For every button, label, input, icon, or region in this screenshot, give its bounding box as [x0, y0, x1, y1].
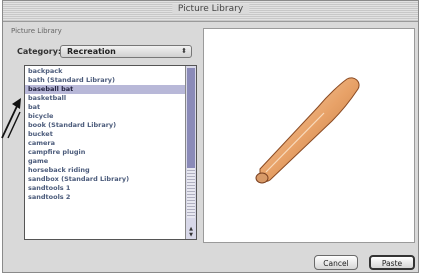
category-select[interactable]: Recreation ⬍ [60, 45, 192, 58]
list-item[interactable]: campfire plugin [25, 148, 185, 157]
list-item[interactable]: horseback riding [25, 166, 185, 175]
list-item[interactable]: sandtools 1 [25, 184, 185, 193]
list-item[interactable]: book (Standard Library) [25, 121, 185, 130]
title-bar[interactable]: Picture Library [3, 1, 418, 22]
list-item[interactable]: sandtools 2 [25, 193, 185, 202]
cancel-button[interactable]: Cancel [314, 255, 358, 270]
list-item[interactable]: game [25, 157, 185, 166]
category-label: Category: [17, 47, 62, 56]
list-items: backpack bath (Standard Library) baseball … [25, 67, 185, 202]
list-item[interactable]: camera [25, 139, 185, 148]
list-item[interactable]: sandbox (Standard Library) [25, 175, 185, 184]
group-label: Picture Library [11, 27, 62, 35]
list-item[interactable]: bat [25, 103, 185, 112]
category-value: Recreation [67, 47, 116, 56]
list-item[interactable]: baseball bat [25, 85, 185, 94]
list-item[interactable]: backpack [25, 67, 185, 76]
scroll-track[interactable] [187, 68, 195, 168]
scroll-arrows-icon[interactable]: ▲ ▼ [187, 226, 195, 238]
baseball-bat-icon [255, 77, 360, 184]
paste-button[interactable]: Paste [369, 255, 415, 270]
picture-library-window: Picture Library Picture Library Category… [2, 0, 419, 273]
list-item[interactable]: bath (Standard Library) [25, 76, 185, 85]
list-item[interactable]: bucket [25, 130, 185, 139]
picture-preview [203, 28, 415, 243]
list-scrollbar[interactable]: ▲ ▼ [185, 66, 196, 239]
picture-list[interactable]: backpack bath (Standard Library) baseball … [24, 65, 197, 240]
list-item[interactable]: bicycle [25, 112, 185, 121]
pointer-arrow-icon [1, 98, 21, 139]
select-arrows-icon: ⬍ [181, 47, 187, 55]
scroll-thumb[interactable] [187, 168, 195, 218]
window-title: Picture Library [171, 4, 250, 14]
list-item[interactable]: basketball [25, 94, 185, 103]
